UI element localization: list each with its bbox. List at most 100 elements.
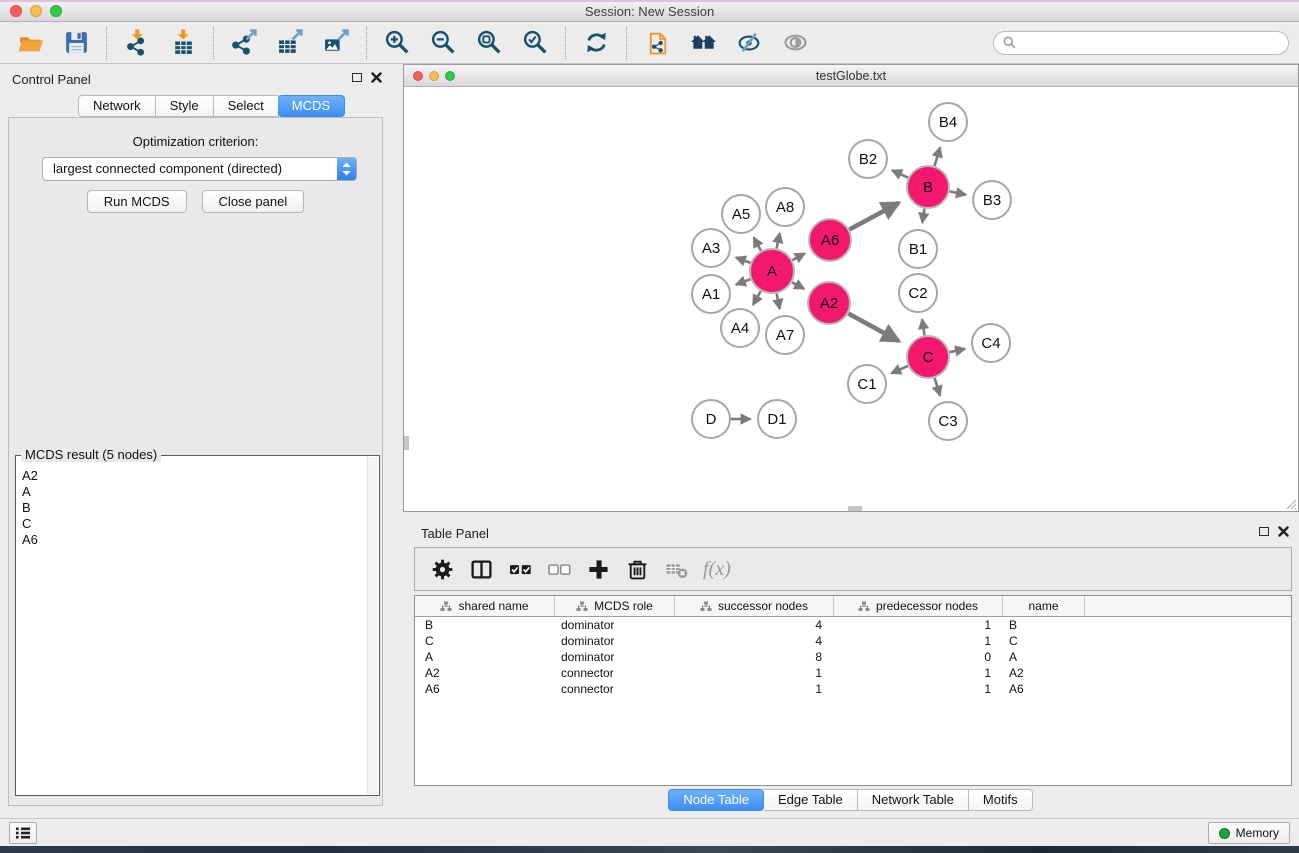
tab-style[interactable]: Style [156, 95, 214, 117]
toolbar-separator [106, 27, 107, 59]
search-field[interactable] [993, 31, 1289, 55]
mcds-result-item[interactable]: A [22, 484, 371, 500]
refresh-button[interactable] [578, 25, 614, 61]
edge-A-A2[interactable] [792, 282, 804, 289]
vertical-scroll-thumb[interactable] [404, 436, 409, 450]
edge-A-A4[interactable] [753, 291, 761, 305]
import-table-button[interactable] [165, 25, 201, 61]
table-row[interactable]: Adominator80A [415, 649, 1291, 665]
home-button[interactable] [685, 25, 721, 61]
column-header-MCDS-role[interactable]: MCDS role [555, 596, 675, 616]
close-panel-icon[interactable] [371, 72, 382, 83]
edge-C-C2[interactable] [922, 319, 925, 335]
node-label-A7: A7 [776, 327, 794, 344]
column-header-predecessor-nodes[interactable]: predecessor nodes [834, 596, 1003, 616]
cell-shared-name: B [415, 618, 555, 632]
mcds-result-item[interactable]: B [22, 500, 371, 516]
edge-A6-B[interactable] [849, 203, 899, 230]
float-panel-icon[interactable] [352, 73, 362, 82]
import-network-button[interactable] [119, 25, 155, 61]
zoom-out-button[interactable] [425, 25, 461, 61]
import-network-icon [124, 29, 151, 56]
edge-C-C4[interactable] [950, 349, 965, 352]
column-header-successor-nodes[interactable]: successor nodes [675, 596, 834, 616]
show-graphics-eye-button[interactable] [777, 25, 813, 61]
horizontal-scroll-thumb[interactable] [848, 506, 862, 511]
status-bar: Memory [0, 818, 1299, 846]
import-table-icon [170, 29, 197, 56]
table-panel-tabs: Node TableEdge TableNetwork TableMotifs [403, 789, 1299, 811]
table-row[interactable]: Bdominator41B [415, 617, 1291, 633]
result-scrollbar[interactable] [367, 457, 378, 794]
deselect-all-checks-button[interactable] [547, 557, 571, 581]
node-label-A5: A5 [732, 206, 750, 223]
hide-graphics-eye-button[interactable] [731, 25, 767, 61]
columns-button[interactable] [469, 557, 493, 581]
tab-mcds[interactable]: MCDS [278, 95, 345, 117]
edge-B-B2[interactable] [892, 170, 908, 177]
show-panels-button[interactable] [9, 822, 37, 844]
edge-A-A7[interactable] [777, 294, 780, 309]
criterion-dropdown[interactable]: largest connected component (directed) [42, 157, 357, 181]
optimization-criterion-label: Optimization criterion: [9, 134, 382, 149]
toolbar-separator [565, 27, 566, 59]
tab-select[interactable]: Select [214, 95, 279, 117]
cell-MCDS-role: connector [555, 666, 675, 680]
show-graphics-eye-icon [782, 29, 809, 56]
export-network-button[interactable] [226, 25, 262, 61]
edge-A-A6[interactable] [792, 254, 804, 261]
mcds-result-item[interactable]: A2 [22, 468, 371, 484]
run-mcds-button[interactable]: Run MCDS [87, 190, 187, 213]
edge-C-C1[interactable] [891, 366, 908, 373]
window-title: Session: New Session [0, 4, 1299, 19]
resize-grip-icon[interactable] [1284, 497, 1297, 510]
cell-MCDS-role: connector [555, 682, 675, 696]
edge-A2-C[interactable] [848, 314, 899, 342]
tab-node-table[interactable]: Node Table [668, 789, 764, 811]
float-table-panel-icon[interactable] [1259, 527, 1269, 536]
edge-A-A8[interactable] [777, 233, 780, 248]
select-all-checks-icon [509, 558, 532, 581]
select-all-checks-button[interactable] [508, 557, 532, 581]
memory-label: Memory [1236, 826, 1279, 840]
zoom-fit-button[interactable] [471, 25, 507, 61]
add-row-plus-button[interactable] [586, 557, 610, 581]
edge-A-A3[interactable] [736, 257, 751, 263]
edge-B-B4[interactable] [935, 148, 941, 167]
edge-B-B1[interactable] [922, 209, 924, 223]
close-panel-button[interactable]: Close panel [202, 190, 305, 213]
control-panel-tabs: NetworkStyleSelectMCDS [78, 95, 345, 117]
zoom-in-button[interactable] [379, 25, 415, 61]
table-row[interactable]: Cdominator41C [415, 633, 1291, 649]
network-document-button[interactable] [639, 25, 675, 61]
mcds-panel: Optimization criterion: largest connecte… [8, 117, 383, 806]
search-input[interactable] [1022, 33, 1288, 53]
open-session-button[interactable] [12, 25, 48, 61]
tab-network[interactable]: Network [78, 95, 156, 117]
export-table-button[interactable] [272, 25, 308, 61]
mcds-result-item[interactable]: A6 [22, 532, 371, 548]
toolbar-separator [366, 27, 367, 59]
delete-trash-button[interactable] [625, 557, 649, 581]
delete-table-icon [665, 558, 688, 581]
mcds-result-item[interactable]: C [22, 516, 371, 532]
table-row[interactable]: A6connector11A6 [415, 681, 1291, 697]
tab-motifs[interactable]: Motifs [969, 789, 1033, 811]
edge-C-C3[interactable] [935, 378, 940, 396]
edge-A-A5[interactable] [754, 238, 761, 251]
memory-button[interactable]: Memory [1208, 822, 1290, 844]
close-table-panel-icon[interactable] [1278, 526, 1289, 537]
tab-edge-table[interactable]: Edge Table [764, 789, 858, 811]
edge-B-B3[interactable] [950, 191, 966, 194]
settings-gear-button[interactable] [430, 557, 454, 581]
column-header-shared-name[interactable]: shared name [415, 596, 555, 616]
edge-A-A1[interactable] [736, 279, 751, 285]
mcds-result-list: A2ABCA6 [16, 456, 379, 548]
save-session-button[interactable] [58, 25, 94, 61]
column-header-name[interactable]: name [1003, 596, 1085, 616]
export-image-button[interactable] [318, 25, 354, 61]
tab-network-table[interactable]: Network Table [858, 789, 969, 811]
network-canvas[interactable]: AA1A2A3A4A5A6A7A8BB1B2B3B4CC1C2C3C4DD1 [404, 88, 1298, 511]
table-row[interactable]: A2connector11A2 [415, 665, 1291, 681]
zoom-selected-button[interactable] [517, 25, 553, 61]
